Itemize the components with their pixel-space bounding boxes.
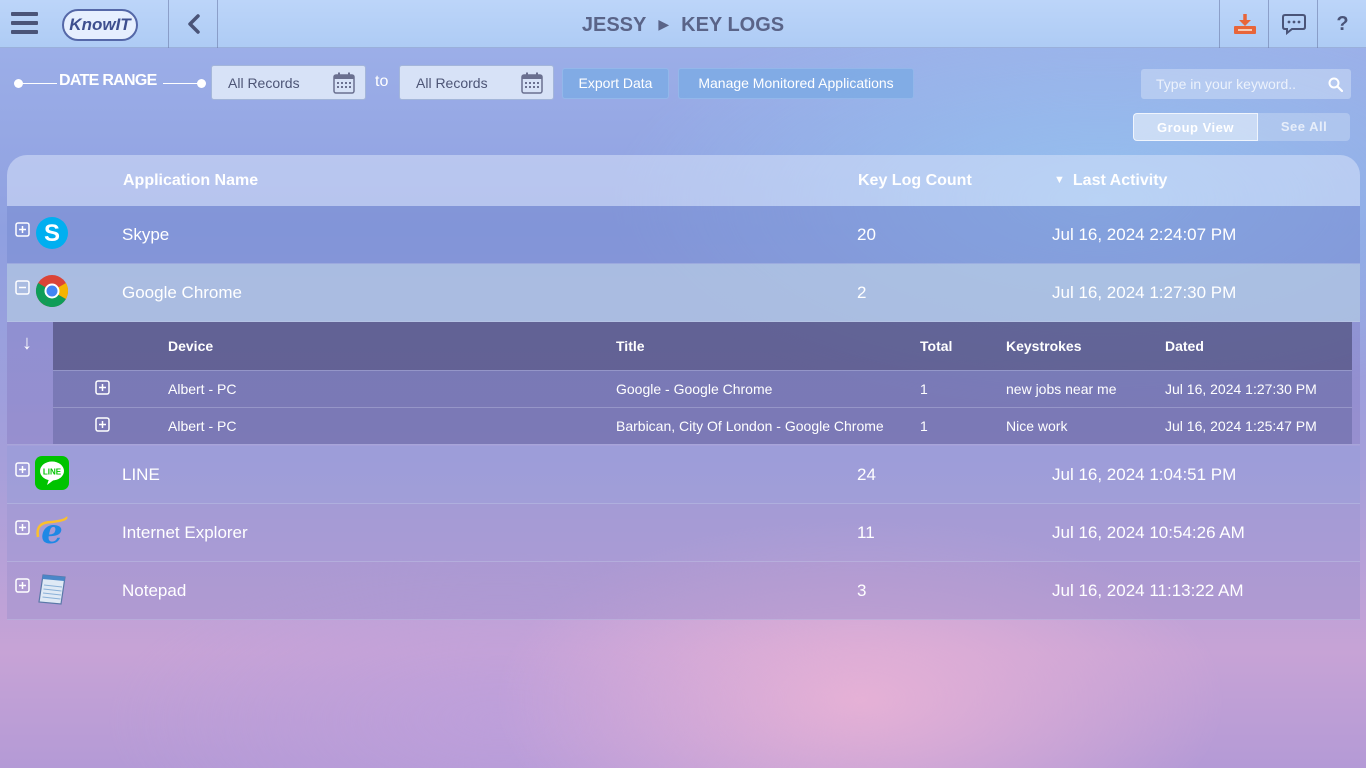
chat-bubble-icon bbox=[1282, 14, 1306, 35]
key-log-count: 24 bbox=[857, 465, 876, 484]
last-activity: Jul 16, 2024 1:04:51 PM bbox=[1052, 465, 1237, 484]
table-row[interactable]: LINE LINE 24 Jul 16, 2024 1:04:51 PM bbox=[7, 446, 1360, 504]
sort-descending-icon: ▼ bbox=[1054, 174, 1065, 186]
internet-explorer-icon: e bbox=[36, 514, 68, 548]
key-log-count: 20 bbox=[857, 225, 876, 244]
date-to-label: to bbox=[375, 73, 389, 90]
detail-row[interactable]: Albert - PC Google - Google Chrome 1 new… bbox=[53, 370, 1352, 407]
skype-icon: S bbox=[36, 217, 68, 249]
date-range-line-right bbox=[163, 83, 199, 84]
download-icon bbox=[1234, 14, 1256, 34]
dated-cell: Jul 16, 2024 1:27:30 PM bbox=[1165, 381, 1317, 397]
see-all-toggle[interactable]: See All bbox=[1258, 113, 1350, 141]
search-box bbox=[1141, 69, 1351, 99]
calendar-icon bbox=[333, 72, 355, 94]
table-row[interactable]: e Internet Explorer 11 Jul 16, 2024 10:5… bbox=[7, 504, 1360, 562]
column-header-total[interactable]: Total bbox=[920, 322, 952, 370]
device-cell: Albert - PC bbox=[168, 418, 237, 434]
arrow-down-icon: ↓ bbox=[22, 332, 32, 354]
app-name: LINE bbox=[122, 465, 160, 484]
column-header-last-activity[interactable]: ▼ Last Activity bbox=[1054, 155, 1167, 206]
svg-text:LINE: LINE bbox=[43, 468, 62, 477]
last-activity: Jul 16, 2024 11:13:22 AM bbox=[1052, 581, 1244, 600]
export-data-button[interactable]: Export Data bbox=[562, 68, 669, 99]
date-range-line-left bbox=[22, 83, 57, 84]
app-name: Notepad bbox=[122, 581, 187, 600]
table-row[interactable]: Google Chrome 2 Jul 16, 2024 1:27:30 PM bbox=[7, 264, 1360, 322]
breadcrumb-page: KEY LOGS bbox=[681, 14, 785, 36]
knowit-logo: KnowIT bbox=[62, 9, 138, 41]
keystrokes-cell: Nice work bbox=[1006, 418, 1068, 434]
search-input[interactable] bbox=[1141, 69, 1321, 99]
detail-row[interactable]: Albert - PC Barbican, City Of London - G… bbox=[53, 407, 1352, 444]
date-to-picker[interactable]: All Records bbox=[399, 65, 554, 100]
manage-monitored-applications-button[interactable]: Manage Monitored Applications bbox=[678, 68, 914, 99]
app-name: Google Chrome bbox=[122, 283, 243, 302]
expand-plus-icon[interactable] bbox=[15, 578, 30, 593]
total-cell: 1 bbox=[920, 381, 928, 397]
top-bar: KnowIT JESSY ▶ KEY LOGS ? bbox=[0, 0, 1366, 48]
column-header-device[interactable]: Device bbox=[168, 322, 213, 370]
collapse-minus-icon[interactable] bbox=[15, 280, 30, 295]
date-from-value: All Records bbox=[228, 75, 300, 91]
table-row[interactable]: Notepad 3 Jul 16, 2024 11:13:22 AM bbox=[7, 562, 1360, 620]
title-cell: Barbican, City Of London - Google Chrome bbox=[616, 418, 884, 434]
breadcrumb-separator-icon: ▶ bbox=[658, 16, 670, 32]
detail-table-header: Device Title Total Keystrokes Dated bbox=[53, 322, 1352, 370]
app-name: Internet Explorer bbox=[122, 523, 248, 542]
table-row[interactable]: S Skype 20 Jul 16, 2024 2:24:07 PM bbox=[7, 206, 1360, 264]
device-cell: Albert - PC bbox=[168, 381, 237, 397]
expand-plus-icon[interactable] bbox=[15, 462, 30, 477]
chat-button[interactable] bbox=[1268, 0, 1317, 48]
notepad-icon bbox=[38, 574, 66, 605]
table-header: Application Name Key Log Count ▼ Last Act… bbox=[7, 155, 1360, 206]
keystrokes-cell: new jobs near me bbox=[1006, 381, 1117, 397]
date-range-dot-right bbox=[197, 79, 206, 88]
date-from-picker[interactable]: All Records bbox=[211, 65, 366, 100]
detail-table: Device Title Total Keystrokes Dated Albe… bbox=[53, 322, 1352, 445]
group-view-toggle[interactable]: Group View bbox=[1133, 113, 1258, 141]
back-button[interactable] bbox=[168, 0, 218, 48]
calendar-icon bbox=[521, 72, 543, 94]
column-header-last-activity-label: Last Activity bbox=[1072, 172, 1168, 189]
line-icon: LINE bbox=[35, 456, 69, 490]
app-name: Skype bbox=[122, 225, 170, 244]
date-to-value: All Records bbox=[416, 75, 488, 91]
expanded-detail-panel: ↓ Device Title Total Keystrokes Dated Al… bbox=[7, 322, 1360, 445]
last-activity: Jul 16, 2024 10:54:26 AM bbox=[1052, 523, 1245, 542]
hamburger-menu-icon[interactable] bbox=[0, 0, 48, 48]
search-icon[interactable] bbox=[1328, 77, 1343, 92]
column-header-keystrokes[interactable]: Keystrokes bbox=[1006, 322, 1082, 370]
last-activity: Jul 16, 2024 2:24:07 PM bbox=[1052, 225, 1237, 244]
last-activity: Jul 16, 2024 1:27:30 PM bbox=[1052, 283, 1237, 302]
expand-plus-icon[interactable] bbox=[15, 222, 30, 237]
breadcrumb-user: JESSY bbox=[581, 14, 647, 36]
svg-text:S: S bbox=[44, 220, 60, 247]
column-header-title[interactable]: Title bbox=[616, 322, 645, 370]
key-log-count: 11 bbox=[857, 523, 875, 542]
help-button[interactable]: ? bbox=[1317, 0, 1366, 48]
expand-plus-icon[interactable] bbox=[95, 417, 110, 432]
chrome-icon bbox=[35, 275, 69, 308]
expand-plus-icon[interactable] bbox=[95, 380, 110, 395]
dated-cell: Jul 16, 2024 1:25:47 PM bbox=[1165, 418, 1317, 434]
chevron-left-icon bbox=[188, 14, 200, 34]
help-icon: ? bbox=[1336, 13, 1349, 35]
svg-text:e: e bbox=[41, 514, 63, 548]
column-header-dated[interactable]: Dated bbox=[1165, 322, 1204, 370]
key-log-count: 3 bbox=[857, 581, 867, 600]
download-button[interactable] bbox=[1219, 0, 1268, 48]
key-log-count: 2 bbox=[857, 283, 867, 302]
column-header-key-log-count[interactable]: Key Log Count bbox=[858, 155, 972, 206]
expand-plus-icon[interactable] bbox=[15, 520, 30, 535]
date-range-label: DATE RANGE bbox=[59, 72, 157, 89]
column-header-application-name[interactable]: Application Name bbox=[123, 155, 258, 206]
total-cell: 1 bbox=[920, 418, 928, 434]
title-cell: Google - Google Chrome bbox=[616, 381, 773, 397]
